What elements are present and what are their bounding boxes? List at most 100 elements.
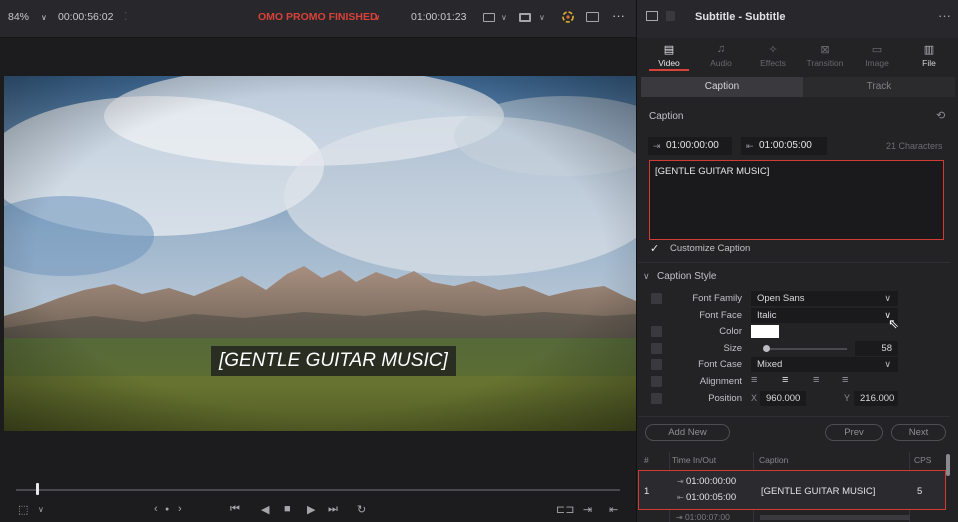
align-center-icon[interactable]: ≡ <box>782 374 788 386</box>
mark-out-icon[interactable]: ⇤ <box>609 503 618 516</box>
mark-in-icon[interactable]: ⇥ <box>583 503 592 516</box>
viewer-more-icon[interactable]: ··· <box>612 8 625 23</box>
row-cps: 5 <box>917 486 923 497</box>
viewer-mode-icon[interactable] <box>483 10 495 24</box>
source-timecode: 00:00:56:02 <box>58 11 114 23</box>
subtab-track[interactable]: Track <box>803 77 955 97</box>
font-face-select[interactable]: Italic ∨ <box>751 308 898 323</box>
last-frame-icon[interactable]: ⏭ <box>328 503 338 516</box>
inspector-header: Subtitle - Subtitle ··· <box>637 0 958 38</box>
inspector-toggle-icon[interactable] <box>666 11 675 21</box>
row-in-time: ⇥ 01:00:07:00 <box>676 512 730 522</box>
chevron-down-icon: ∨ <box>884 293 891 303</box>
keyframe-box[interactable] <box>651 376 662 387</box>
tab-file-label: File <box>922 58 936 68</box>
loop-icon[interactable]: ↻ <box>357 503 366 516</box>
tab-effects[interactable]: ✧ Effects <box>747 38 799 71</box>
tab-audio[interactable]: ♫ Audio <box>695 38 747 71</box>
position-y-label: Y <box>844 393 851 403</box>
zoom-level[interactable]: 84% <box>8 11 29 23</box>
transport-controls: ⬚ ∨ ‹ ● › ⏮ ◀ ■ ▶ ⏭ ↻ ⊏⊐ ⇥ ⇤ <box>0 500 636 522</box>
checkmark-icon[interactable]: ✓ <box>650 242 659 255</box>
landscape-image <box>4 76 636 431</box>
table-row[interactable]: 1 ⇥ 01:00:00:00 ⇤ 01:00:05:00 [GENTLE GU… <box>638 470 946 510</box>
caption-style-title: Caption Style <box>657 271 717 282</box>
jog-right-icon[interactable]: › <box>178 503 182 515</box>
jog-left-icon[interactable]: ‹ <box>154 503 158 515</box>
prev-button[interactable]: Prev <box>825 424 883 441</box>
reverse-icon[interactable]: ◀ <box>261 503 269 516</box>
audio-icon: ♫ <box>716 43 726 55</box>
font-face-label: Font Face <box>699 310 742 321</box>
match-frame-icon[interactable]: ⊏⊐ <box>556 503 574 516</box>
align-justify-icon[interactable]: ≡ <box>842 374 848 386</box>
keyframe-box[interactable] <box>651 293 662 304</box>
color-wheel-icon[interactable] <box>561 10 575 24</box>
play-icon[interactable]: ▶ <box>307 503 315 516</box>
keyframe-box[interactable] <box>651 393 662 404</box>
viewer-mode-chevron-icon[interactable]: ∨ <box>501 10 507 24</box>
active-tab-indicator <box>649 69 689 71</box>
inspector-layout-icon[interactable] <box>646 11 658 21</box>
inspector-more-icon[interactable]: ··· <box>938 8 951 23</box>
next-button[interactable]: Next <box>891 424 946 441</box>
zoom-chevron-icon[interactable]: ∨ <box>41 13 47 22</box>
output-icon[interactable] <box>519 10 531 24</box>
color-swatch[interactable] <box>751 325 779 338</box>
position-x-input[interactable]: 960.000 <box>760 391 806 406</box>
first-frame-icon[interactable]: ⏮ <box>230 503 240 516</box>
divider <box>638 416 950 417</box>
font-family-select[interactable]: Open Sans ∨ <box>751 291 898 306</box>
project-title[interactable]: OMO PROMO FINISHED <box>258 11 378 23</box>
size-label: Size <box>723 343 742 354</box>
divider <box>638 262 950 263</box>
transition-icon: ⊠ <box>820 44 830 56</box>
alignment-label: Alignment <box>699 376 742 387</box>
keyframe-box[interactable] <box>651 359 662 370</box>
safe-area-icon[interactable] <box>586 10 599 24</box>
color-label: Color <box>719 326 742 337</box>
playhead[interactable] <box>36 483 39 495</box>
reset-icon[interactable]: ⟲ <box>936 109 945 122</box>
stop-icon[interactable]: ■ <box>284 503 291 515</box>
subtab-caption[interactable]: Caption <box>641 77 803 97</box>
row-number: 1 <box>644 486 650 497</box>
caption-text-area[interactable]: [GENTLE GUITAR MUSIC] <box>649 160 944 240</box>
customize-caption-label[interactable]: Customize Caption <box>670 243 750 254</box>
caption-start-timecode[interactable]: ⇥ 01:00:00:00 <box>648 137 732 155</box>
captions-table-header: # Time In/Out Caption CPS <box>640 451 942 468</box>
tab-file[interactable]: ▥ File <box>903 38 955 71</box>
jog-dot-icon[interactable]: ● <box>165 506 169 513</box>
caption-end-timecode[interactable]: ⇤ 01:00:05:00 <box>741 137 827 155</box>
tab-video[interactable]: ▤ Video <box>643 38 695 71</box>
position-label: Position <box>708 393 742 404</box>
row-in-time: ⇥ 01:00:00:00 <box>677 476 737 487</box>
tab-image[interactable]: ▭ Image <box>851 38 903 71</box>
keyframe-box[interactable] <box>651 343 662 354</box>
viewer-options-chevron-icon[interactable]: ∨ <box>38 505 44 514</box>
chevron-down-icon: ∨ <box>884 359 891 369</box>
add-new-button[interactable]: Add New <box>645 424 730 441</box>
output-chevron-icon[interactable]: ∨ <box>539 10 545 24</box>
viewer-options-icon[interactable]: ⬚ <box>18 503 28 516</box>
collapse-chevron-icon[interactable]: ∨ <box>643 271 650 282</box>
size-input[interactable]: 58 <box>855 341 898 356</box>
mark-in-icon: ⇥ <box>653 141 661 151</box>
align-right-icon[interactable]: ≡ <box>813 374 819 386</box>
character-count: 21 Characters <box>886 141 943 151</box>
inspector-title: Subtitle - Subtitle <box>695 11 786 23</box>
table-scrollbar[interactable] <box>946 454 950 476</box>
table-row[interactable]: ⇥ 01:00:07:00 <box>638 512 946 522</box>
column-num: # <box>644 455 649 465</box>
keyframe-box[interactable] <box>651 326 662 337</box>
caption-section-title: Caption <box>649 111 684 122</box>
font-case-select[interactable]: Mixed ∨ <box>751 357 898 372</box>
align-left-icon[interactable]: ≡ <box>751 374 757 386</box>
position-y-input[interactable]: 216.000 <box>854 391 898 406</box>
size-slider-track[interactable] <box>767 348 847 350</box>
viewer-scrubber[interactable] <box>16 489 620 491</box>
project-chevron-icon[interactable]: ∨ <box>374 13 381 22</box>
column-time: Time In/Out <box>672 455 717 465</box>
size-slider-handle[interactable] <box>763 345 770 352</box>
tab-transition[interactable]: ⊠ Transition <box>799 38 851 71</box>
